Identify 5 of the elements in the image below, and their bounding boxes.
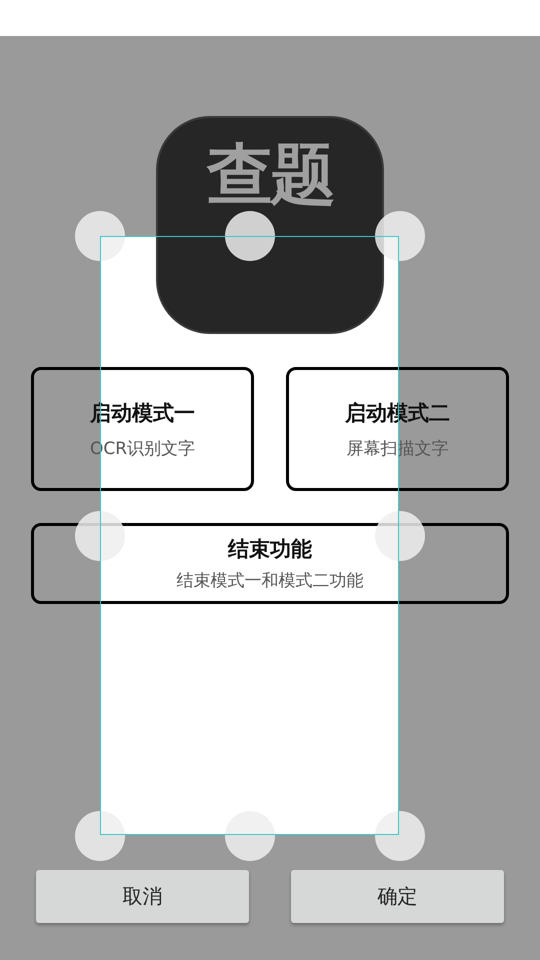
logo-text: 查题 [207,142,333,208]
dialog-button[interactable]: 取消 [36,870,249,923]
card-title: 结束功能 [228,536,312,563]
card-subtitle: 结束模式一和模式二功能 [176,570,364,592]
dialog-button[interactable]: 确定 [291,870,504,923]
